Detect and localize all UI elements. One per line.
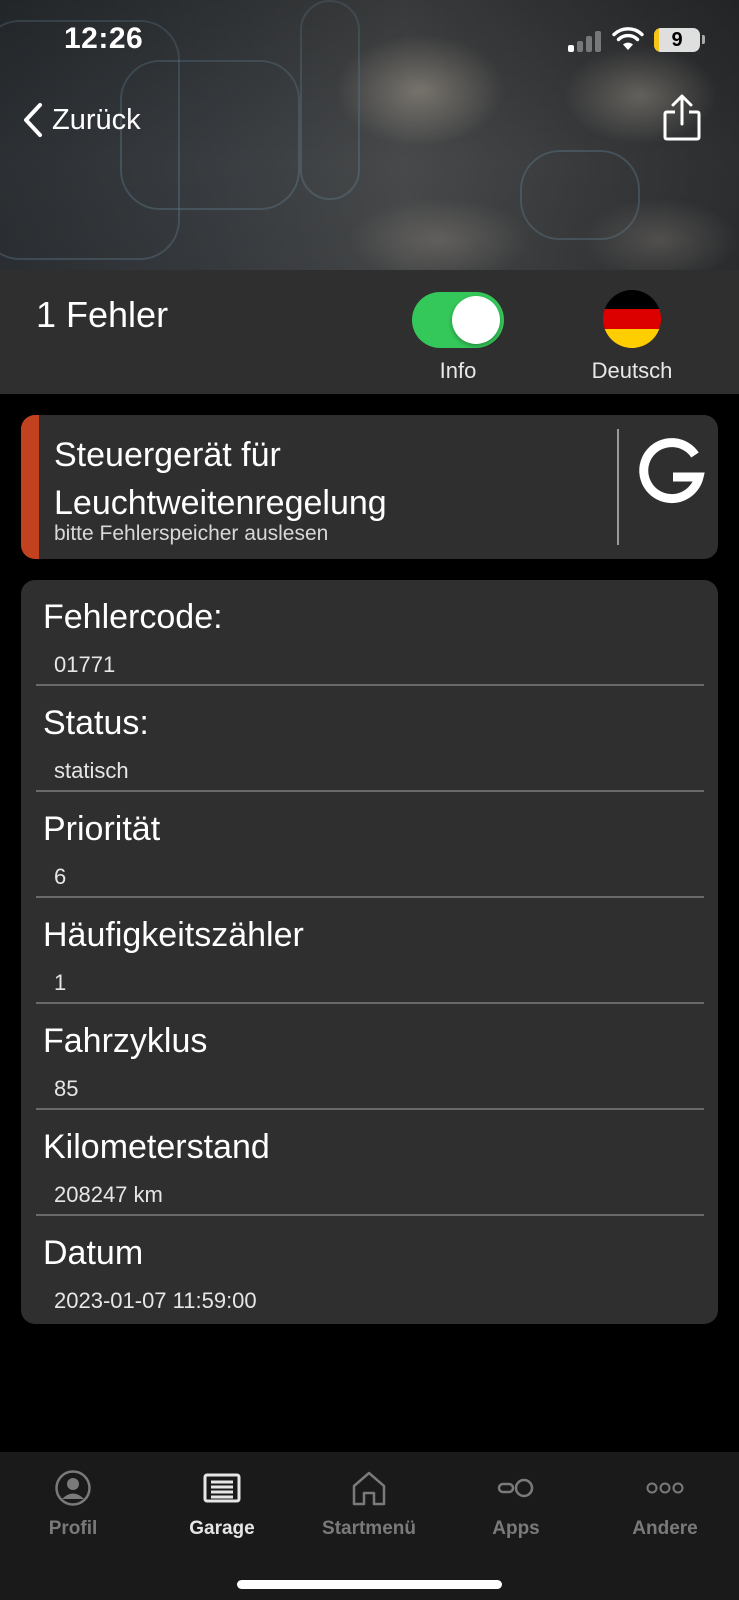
detail-row-datum: Datum 2023-01-07 11:59:00 xyxy=(36,1216,704,1322)
back-button[interactable]: Zurück xyxy=(22,100,141,140)
detail-value: 85 xyxy=(54,1076,79,1101)
tab-bar: Profil Garage Startmenü Apps Andere xyxy=(0,1452,739,1600)
battery-icon: 9 xyxy=(654,28,700,52)
detail-label: Fahrzyklus xyxy=(43,1022,208,1060)
fault-summary-bar: 1 Fehler Info Deutsch xyxy=(0,270,739,394)
detail-row-kilometerstand: Kilometerstand 208247 km xyxy=(36,1110,704,1216)
info-toggle-label: Info xyxy=(439,358,477,383)
detail-label: Kilometerstand xyxy=(43,1128,270,1166)
detail-row-status: Status: statisch xyxy=(36,686,704,792)
detail-label: Häufigkeitszähler xyxy=(43,916,304,954)
chevron-left-icon xyxy=(24,103,42,137)
error-count: 1 Fehler xyxy=(36,294,169,335)
tab-garage[interactable]: Garage xyxy=(152,1466,292,1546)
tab-apps[interactable]: Apps xyxy=(446,1466,586,1546)
detail-value: 01771 xyxy=(54,652,116,677)
detail-value: 2023-01-07 11:59:00 xyxy=(54,1288,257,1313)
home-icon xyxy=(352,1471,386,1506)
back-label: Zurück xyxy=(52,103,141,136)
tab-label: Garage xyxy=(189,1518,255,1539)
info-toggle[interactable] xyxy=(412,292,504,348)
module-hint: bitte Fehlerspeicher auslesen xyxy=(54,522,329,545)
google-g-icon[interactable] xyxy=(633,433,709,509)
tab-label: Andere xyxy=(632,1518,698,1539)
tab-label: Startmenü xyxy=(322,1518,416,1539)
tab-andere[interactable]: Andere xyxy=(595,1466,735,1546)
detail-row-haeufigkeitszaehler: Häufigkeitszähler 1 xyxy=(36,898,704,1004)
detail-label: Fehlercode: xyxy=(43,598,223,636)
garage-icon xyxy=(203,1473,241,1503)
battery-tip xyxy=(702,35,705,44)
detail-row-prioritaet: Priorität 6 xyxy=(36,792,704,898)
tab-profil[interactable]: Profil xyxy=(3,1466,143,1546)
detail-label: Priorität xyxy=(43,810,161,848)
detail-value: 1 xyxy=(54,970,67,995)
tab-startmenue[interactable]: Startmenü xyxy=(299,1466,439,1546)
tab-label: Profil xyxy=(48,1518,98,1539)
profile-icon xyxy=(55,1470,91,1506)
tab-label: Apps xyxy=(492,1518,540,1539)
toggle-knob xyxy=(452,296,500,344)
module-name: Steuergerät für Leuchtweitenregelung xyxy=(54,436,387,522)
detail-row-fehlercode: Fehlercode: 01771 xyxy=(36,580,704,686)
battery-level: 9 xyxy=(671,29,683,51)
more-icon xyxy=(646,1482,684,1494)
vertical-divider xyxy=(617,429,619,545)
status-time: 12:26 xyxy=(64,22,144,55)
wifi-icon xyxy=(612,27,644,50)
german-flag-icon[interactable] xyxy=(603,290,661,348)
apps-icon xyxy=(497,1478,534,1498)
cellular-signal-icon xyxy=(568,30,602,52)
detail-value: 208247 km xyxy=(54,1182,163,1207)
control-module-card: Steuergerät für Leuchtweitenregelung bit… xyxy=(21,415,718,559)
home-indicator[interactable] xyxy=(237,1580,502,1589)
detail-value: 6 xyxy=(54,864,67,889)
status-bar: 12:26 9 xyxy=(0,0,739,80)
detail-label: Status: xyxy=(43,704,149,742)
severity-accent xyxy=(21,415,39,559)
detail-label: Datum xyxy=(43,1234,144,1272)
detail-row-fahrzyklus: Fahrzyklus 85 xyxy=(36,1004,704,1110)
fault-details-card: Fehlercode: 01771 Status: statisch Prior… xyxy=(21,580,718,1324)
language-label: Deutsch xyxy=(591,358,673,383)
share-icon[interactable] xyxy=(662,94,702,142)
detail-value: statisch xyxy=(54,758,129,783)
